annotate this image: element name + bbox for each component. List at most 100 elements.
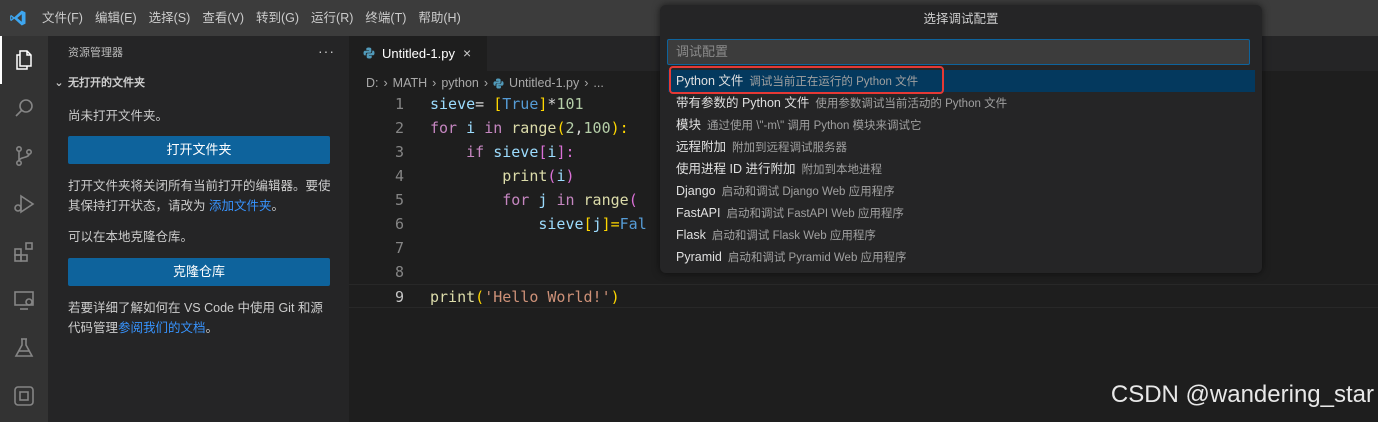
current-code-line: 9 print('Hello World!'): [349, 284, 1378, 308]
chevron-right-icon: ›: [383, 76, 388, 90]
menu-help[interactable]: 帮助(H): [412, 0, 466, 36]
section-title: 无打开的文件夹: [68, 77, 145, 89]
line-number: 3: [394, 143, 404, 161]
line-number: 5: [394, 191, 404, 209]
option-django[interactable]: Django 启动和调试 Django Web 应用程序: [668, 180, 1255, 202]
code-text: print(i): [502, 167, 575, 185]
more-actions-icon[interactable]: ···: [318, 36, 335, 66]
breadcrumb: D: › MATH › python › Untitled-1.py › ...: [366, 72, 604, 94]
chevron-right-icon: ›: [432, 76, 437, 90]
learn-more-end: 。: [205, 321, 219, 335]
code-text: sieve[j]=Fal: [538, 215, 647, 233]
no-folder-text: 尚未打开文件夹。: [68, 109, 169, 123]
line-number: 7: [394, 239, 404, 257]
option-python-file-with-args[interactable]: 带有参数的 Python 文件 使用参数调试当前活动的 Python 文件: [668, 92, 1255, 114]
learn-more-info: 若要详细了解如何在 VS Code 中使用 Git 和源代码管理参阅我们的文档。: [68, 298, 333, 338]
option-flask[interactable]: Flask 启动和调试 Flask Web 应用程序: [668, 224, 1255, 246]
option-content: Pyramid 启动和调试 Pyramid Web 应用程序: [676, 246, 907, 269]
add-folder-link[interactable]: 添加文件夹: [209, 199, 272, 213]
testing-icon[interactable]: [0, 324, 48, 372]
menu-edit[interactable]: 编辑(E): [89, 0, 143, 36]
menu-view[interactable]: 查看(V): [196, 0, 250, 36]
remote-explorer-icon[interactable]: [0, 276, 48, 324]
search-icon[interactable]: [0, 84, 48, 132]
clone-repo-button[interactable]: 克隆仓库: [68, 258, 330, 286]
debug-config-quickpick: 选择调试配置 调试配置 Python 文件 调试当前正在运行的 Python 文件…: [660, 5, 1262, 273]
quickpick-title: 选择调试配置: [923, 12, 999, 26]
python-file-icon: [493, 77, 504, 89]
option-description: 使用参数调试当前活动的 Python 文件: [815, 98, 1008, 110]
clone-text: 可以在本地克隆仓库。: [68, 230, 194, 244]
code-text: for i in range(2,100):: [430, 119, 629, 137]
option-fastapi[interactable]: FastAPI 启动和调试 FastAPI Web 应用程序: [668, 202, 1255, 224]
code-text: sieve= [True]*101: [430, 95, 584, 113]
option-description: 启动和调试 FastAPI Web 应用程序: [726, 208, 904, 220]
run-debug-icon[interactable]: [0, 180, 48, 228]
search-placeholder: 调试配置: [676, 44, 729, 59]
option-attach-process[interactable]: 使用进程 ID 进行附加 附加到本地进程: [668, 158, 1255, 180]
open-folder-info-end: 。: [271, 199, 285, 213]
option-content: 带有参数的 Python 文件 使用参数调试当前活动的 Python 文件: [676, 92, 1007, 115]
option-label: 模块: [676, 118, 702, 132]
code-text: print('Hello World!'): [430, 288, 620, 306]
option-label: Django: [676, 184, 716, 198]
open-folder-button[interactable]: 打开文件夹: [68, 136, 330, 164]
menu-bar: 文件(F) 编辑(E) 选择(S) 查看(V) 转到(G) 运行(R) 终端(T…: [36, 0, 467, 36]
tab-untitled-1[interactable]: Untitled-1.py ×: [349, 36, 487, 71]
tab-label: Untitled-1.py: [382, 46, 455, 61]
debug-config-search-input[interactable]: 调试配置: [667, 39, 1250, 65]
section-no-folder[interactable]: ⌄ 无打开的文件夹: [48, 72, 349, 94]
vscode-logo-icon: [10, 10, 26, 26]
option-content: Django 启动和调试 Django Web 应用程序: [676, 180, 895, 203]
line-number: 6: [394, 215, 404, 233]
option-content: Flask 启动和调试 Flask Web 应用程序: [676, 224, 876, 247]
close-icon[interactable]: ×: [463, 36, 471, 71]
option-description: 附加到远程调试服务器: [732, 142, 848, 154]
option-label: Flask: [676, 228, 706, 242]
line-number: 2: [394, 119, 404, 137]
option-label: Pyramid: [676, 250, 722, 264]
menu-selection[interactable]: 选择(S): [143, 0, 197, 36]
breadcrumb-symbol[interactable]: ...: [593, 72, 603, 94]
option-content: 远程附加 附加到远程调试服务器: [676, 136, 847, 159]
docs-link[interactable]: 参阅我们的文档: [118, 321, 206, 335]
activity-bar: [0, 36, 48, 422]
option-content: 模块 通过使用 \"-m\" 调用 Python 模块来调试它: [676, 114, 922, 137]
line-number: 9: [394, 288, 404, 306]
sidebar-title: 资源管理器: [68, 47, 123, 59]
explorer-sidebar: 资源管理器 ··· ⌄ 无打开的文件夹 尚未打开文件夹。 打开文件夹 打开文件夹将…: [48, 36, 349, 422]
active-indicator: [0, 36, 2, 84]
option-description: 启动和调试 Django Web 应用程序: [721, 186, 895, 198]
menu-terminal[interactable]: 终端(T): [359, 0, 412, 36]
open-folder-info-text: 打开文件夹将关闭所有当前打开的编辑器。要使其保持打开状态，请改为: [68, 179, 331, 213]
line-number: 1: [394, 95, 404, 113]
menu-file[interactable]: 文件(F): [36, 0, 89, 36]
chevron-down-icon: ⌄: [54, 77, 64, 89]
python-file-icon: [363, 47, 375, 59]
option-content: FastAPI 启动和调试 FastAPI Web 应用程序: [676, 202, 904, 225]
option-pyramid[interactable]: Pyramid 启动和调试 Pyramid Web 应用程序: [668, 246, 1255, 268]
option-label: 使用进程 ID 进行附加: [676, 162, 796, 176]
option-label: 远程附加: [676, 140, 727, 154]
code-text: if sieve[i]:: [466, 143, 575, 161]
watermark: CSDN @wandering_star: [1110, 381, 1374, 408]
option-description: 启动和调试 Pyramid Web 应用程序: [727, 252, 907, 264]
chevron-right-icon: ›: [584, 76, 589, 90]
menu-go[interactable]: 转到(G): [250, 0, 305, 36]
breadcrumb-file[interactable]: Untitled-1.py: [509, 72, 579, 94]
annotation-highlight-box: [669, 66, 944, 94]
breadcrumb-math[interactable]: MATH: [393, 72, 428, 94]
code-text: for j in range(: [502, 191, 638, 209]
extensions-icon[interactable]: [0, 228, 48, 276]
option-description: 通过使用 \"-m\" 调用 Python 模块来调试它: [707, 120, 922, 132]
containers-icon[interactable]: [0, 372, 48, 420]
explorer-icon[interactable]: [0, 36, 48, 84]
source-control-icon[interactable]: [0, 132, 48, 180]
menu-run[interactable]: 运行(R): [305, 0, 359, 36]
breadcrumb-drive[interactable]: D:: [366, 72, 379, 94]
option-label: FastAPI: [676, 206, 721, 220]
option-description: 启动和调试 Flask Web 应用程序: [711, 230, 876, 242]
option-remote-attach[interactable]: 远程附加 附加到远程调试服务器: [668, 136, 1255, 158]
option-module[interactable]: 模块 通过使用 \"-m\" 调用 Python 模块来调试它: [668, 114, 1255, 136]
breadcrumb-python[interactable]: python: [441, 72, 479, 94]
